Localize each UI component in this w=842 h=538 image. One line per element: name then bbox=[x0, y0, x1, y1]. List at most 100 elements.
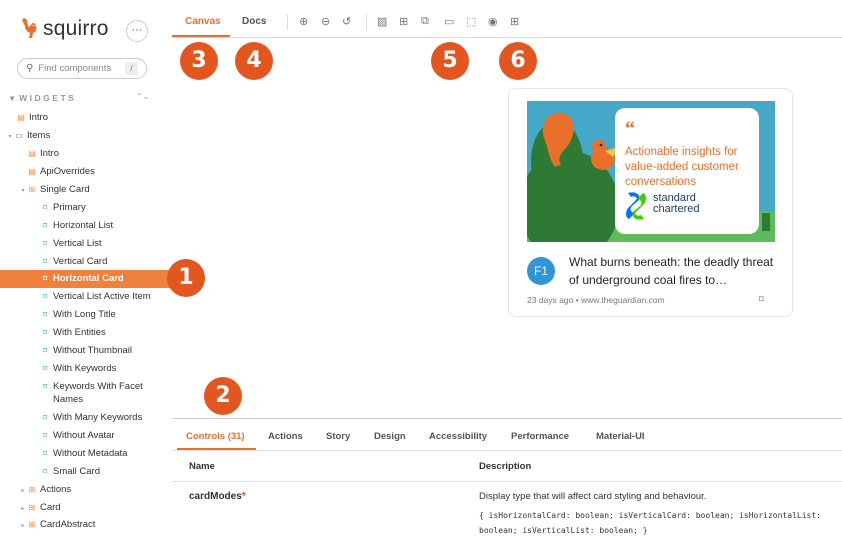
sidebar-item-with-entities[interactable]: ⌑ With Entities bbox=[0, 324, 172, 341]
search-icon: ⚲ bbox=[26, 63, 34, 74]
tab-controls[interactable]: Controls (31) bbox=[186, 431, 245, 442]
prop-description: Display type that will affect card styli… bbox=[479, 491, 707, 502]
sidebar-item-without-thumbnail[interactable]: ⌑ Without Thumbnail bbox=[0, 342, 172, 359]
component-icon: ⊞ bbox=[28, 185, 36, 194]
outline-icon[interactable]: ⬚ bbox=[466, 15, 476, 28]
tab-canvas[interactable]: Canvas bbox=[185, 16, 221, 27]
caret-down-icon: ▾ bbox=[21, 188, 25, 194]
search-shortcut: / bbox=[125, 62, 138, 75]
annotation-marker: 4 bbox=[235, 42, 273, 80]
brand-name: squirro bbox=[43, 17, 109, 40]
background-icon[interactable]: ▨ bbox=[377, 15, 387, 28]
divider bbox=[172, 450, 842, 451]
sidebar-item-apioverrides[interactable]: ▤ ApiOverrides bbox=[0, 163, 172, 180]
bookmark-icon: ⌑ bbox=[42, 292, 48, 301]
card-title[interactable]: What burns beneath: the deadly threat of… bbox=[569, 253, 774, 289]
sidebar: squirro ··· ⚲ Find components / ▾ WIDGET… bbox=[0, 0, 172, 538]
tab-design[interactable]: Design bbox=[374, 431, 406, 442]
component-icon: ⊞ bbox=[28, 485, 36, 494]
bookmark-icon: ⌑ bbox=[42, 328, 48, 337]
bookmark-icon: ⌑ bbox=[42, 274, 48, 283]
zoom-in-icon[interactable]: ⊕ bbox=[299, 15, 308, 28]
bookmark-icon: ⌑ bbox=[42, 413, 48, 422]
toolbar-divider bbox=[366, 14, 367, 30]
bookmark-icon: ⌑ bbox=[42, 346, 48, 355]
bookmark-icon[interactable]: ⌑ bbox=[759, 294, 764, 305]
sidebar-item-vertical-list-active-item[interactable]: ⌑ Vertical List Active Item bbox=[0, 288, 172, 305]
sidebar-item-primary[interactable]: ⌑ Primary bbox=[0, 199, 172, 216]
caret-down-icon: ▾ bbox=[8, 134, 12, 140]
document-icon: ▤ bbox=[28, 149, 36, 158]
tab-actions[interactable]: Actions bbox=[268, 431, 303, 442]
addons-panel: Controls (31) Actions Story Design Acces… bbox=[172, 418, 842, 538]
tab-performance[interactable]: Performance bbox=[511, 431, 569, 442]
toolbar-divider bbox=[287, 14, 288, 30]
sidebar-item-without-metadata[interactable]: ⌑ Without Metadata bbox=[0, 445, 172, 462]
search-input[interactable]: ⚲ Find components / bbox=[17, 58, 147, 79]
sidebar-item-single-card[interactable]: ▾ ⊞ Single Card bbox=[0, 181, 172, 198]
accessibility-icon[interactable]: ◉ bbox=[488, 15, 498, 28]
sidebar-item-with-long-title[interactable]: ⌑ With Long Title bbox=[0, 306, 172, 323]
layout-icon[interactable]: ⊞ bbox=[510, 15, 519, 28]
expand-collapse-icon[interactable]: ⌃⌄ bbox=[136, 92, 149, 101]
sidebar-item-without-avatar[interactable]: ⌑ Without Avatar bbox=[0, 427, 172, 444]
component-icon: ⊞ bbox=[28, 520, 36, 529]
divider bbox=[172, 481, 842, 482]
active-tab-indicator bbox=[172, 35, 230, 37]
annotation-marker: 6 bbox=[499, 42, 537, 80]
zoom-out-icon[interactable]: ⊖ bbox=[321, 15, 330, 28]
tab-story[interactable]: Story bbox=[326, 431, 350, 442]
sidebar-item-cardabstract[interactable]: ▸ ⊞ CardAbstract bbox=[0, 516, 172, 533]
horizontal-card[interactable]: “ Actionable insights for value-added cu… bbox=[508, 88, 793, 317]
caret-down-icon: ▾ bbox=[10, 93, 15, 103]
tab-accessibility[interactable]: Accessibility bbox=[429, 431, 487, 442]
prop-type: { isHorizontalCard: boolean; isVerticalC… bbox=[479, 511, 821, 535]
sidebar-item-intro[interactable]: ▤ Intro bbox=[0, 109, 172, 126]
bookmark-icon: ⌑ bbox=[42, 364, 48, 373]
more-options-button[interactable]: ··· bbox=[126, 20, 148, 42]
viewport-icon[interactable]: ⧉ bbox=[421, 15, 429, 28]
card-thumbnail: “ Actionable insights for value-added cu… bbox=[527, 101, 775, 242]
sidebar-item-label-continuation[interactable]: Names bbox=[0, 391, 172, 408]
sidebar-item-vertical-list[interactable]: ⌑ Vertical List bbox=[0, 235, 172, 252]
bookmark-icon: ⌑ bbox=[42, 257, 48, 266]
standard-chartered-logo-icon bbox=[626, 192, 646, 220]
sidebar-item-card[interactable]: ▸ ⊞ Card bbox=[0, 499, 172, 516]
toolbar: Canvas Docs ⊕ ⊖ ↺ ▨ ⊞ ⧉ ▭ ⬚ ◉ ⊞ bbox=[172, 0, 842, 38]
sidebar-item-items[interactable]: ▾ ▭ Items bbox=[0, 127, 172, 144]
folder-icon: ▭ bbox=[15, 131, 23, 140]
sidebar-item-horizontal-list[interactable]: ⌑ Horizontal List bbox=[0, 217, 172, 234]
reset-zoom-icon[interactable]: ↺ bbox=[342, 15, 351, 28]
quote-mark-icon: “ bbox=[625, 118, 635, 140]
annotation-marker: 3 bbox=[180, 42, 218, 80]
required-marker: * bbox=[241, 491, 246, 502]
squirrel-logo-icon bbox=[22, 18, 37, 38]
sidebar-item-actions[interactable]: ▸ ⊞ Actions bbox=[0, 481, 172, 498]
sidebar-item-vertical-card[interactable]: ⌑ Vertical Card bbox=[0, 253, 172, 270]
grid-icon[interactable]: ⊞ bbox=[399, 15, 408, 28]
annotation-marker: 2 bbox=[204, 377, 242, 415]
measure-icon[interactable]: ▭ bbox=[444, 15, 454, 28]
section-label-widgets[interactable]: ▾ WIDGETS bbox=[10, 93, 76, 104]
card-meta: 23 days ago • www.theguardian.com bbox=[527, 295, 665, 305]
component-icon: ⊞ bbox=[28, 503, 36, 512]
bookmark-icon: ⌑ bbox=[42, 203, 48, 212]
bookmark-icon: ⌑ bbox=[42, 239, 48, 248]
bookmark-icon: ⌑ bbox=[42, 310, 48, 319]
caret-right-icon: ▸ bbox=[21, 523, 25, 529]
prop-name: cardModes* bbox=[189, 491, 246, 502]
bookmark-icon: ⌑ bbox=[42, 431, 48, 440]
sidebar-item-horizontal-card[interactable]: ⌑ Horizontal Card bbox=[0, 270, 172, 288]
tab-docs[interactable]: Docs bbox=[242, 16, 266, 27]
quote-box: “ Actionable insights for value-added cu… bbox=[615, 108, 759, 234]
tab-material-ui[interactable]: Material-UI bbox=[596, 431, 645, 442]
bookmark-icon: ⌑ bbox=[42, 221, 48, 230]
sidebar-item-with-keywords[interactable]: ⌑ With Keywords bbox=[0, 360, 172, 377]
brand[interactable]: squirro bbox=[20, 16, 109, 42]
brand-name-text: standard chartered bbox=[653, 192, 700, 215]
sidebar-item-small-card[interactable]: ⌑ Small Card bbox=[0, 463, 172, 480]
sidebar-item-with-many-keywords[interactable]: ⌑ With Many Keywords bbox=[0, 409, 172, 426]
avatar: F1 bbox=[527, 257, 555, 285]
bookmark-icon: ⌑ bbox=[42, 467, 48, 476]
sidebar-item-items-intro[interactable]: ▤ Intro bbox=[0, 145, 172, 162]
